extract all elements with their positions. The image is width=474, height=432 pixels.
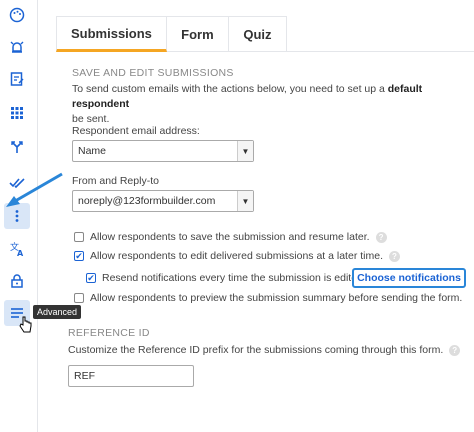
palette-icon[interactable] (4, 2, 30, 28)
main-panel: Submissions Form Quiz SAVE AND EDIT SUBM… (56, 0, 474, 432)
email-label: Respondent email address: (72, 125, 200, 137)
choose-notifications-button[interactable]: Choose notifications (352, 268, 466, 288)
edit-later-option[interactable]: ✔ Allow respondents to edit delivered su… (74, 250, 400, 262)
preview-label: Allow respondents to preview the submiss… (90, 292, 463, 304)
section-description: To send custom emails with the actions b… (72, 82, 472, 127)
from-select-value: noreply@123formbuilder.com (78, 195, 216, 207)
help-icon[interactable]: ? (375, 231, 387, 243)
form-edit-icon[interactable] (4, 66, 30, 92)
sidebar: 文A (0, 0, 38, 432)
preview-checkbox[interactable] (74, 293, 84, 303)
reference-heading: REFERENCE ID (68, 327, 150, 339)
edit-later-checkbox[interactable]: ✔ (74, 251, 84, 261)
reference-id-input[interactable]: REF (68, 365, 194, 387)
resend-option[interactable]: ✔ Resend notifications every time the su… (86, 272, 363, 284)
svg-text:A: A (17, 249, 24, 257)
hand-cursor-icon (19, 316, 32, 333)
tab-quiz[interactable]: Quiz (228, 16, 287, 52)
edit-later-label: Allow respondents to edit delivered subm… (90, 250, 383, 262)
resend-checkbox[interactable]: ✔ (86, 273, 96, 283)
email-select[interactable]: Name ▼ (72, 140, 254, 162)
chevron-down-icon: ▼ (237, 141, 253, 161)
save-resume-label: Allow respondents to save the submission… (90, 231, 370, 243)
lock-icon[interactable] (4, 268, 30, 294)
reference-description: Customize the Reference ID prefix for th… (68, 344, 461, 356)
grid-icon[interactable] (4, 100, 30, 126)
branch-icon[interactable] (4, 134, 30, 160)
tab-bar: Submissions Form Quiz (56, 16, 474, 52)
alarm-icon[interactable] (4, 34, 30, 60)
save-resume-checkbox[interactable] (74, 232, 84, 242)
resend-label: Resend notifications every time the subm… (102, 272, 363, 284)
help-icon[interactable]: ? (388, 250, 400, 262)
reference-description-text: Customize the Reference ID prefix for th… (68, 344, 444, 356)
tab-submissions[interactable]: Submissions (56, 16, 167, 52)
description-text-1: To send custom emails with the actions b… (72, 83, 388, 95)
preview-option[interactable]: Allow respondents to preview the submiss… (74, 292, 462, 304)
save-resume-option[interactable]: Allow respondents to save the submission… (74, 231, 387, 243)
help-icon[interactable]: ? (449, 344, 461, 356)
section-heading: SAVE AND EDIT SUBMISSIONS (72, 67, 234, 79)
from-label: From and Reply-to (72, 175, 159, 187)
description-text-2: be sent. (72, 113, 110, 125)
email-select-value: Name (78, 145, 107, 157)
chevron-down-icon: ▼ (237, 191, 253, 211)
translate-icon[interactable]: 文A (4, 236, 30, 262)
tab-form[interactable]: Form (166, 16, 229, 52)
from-select[interactable]: noreply@123formbuilder.com ▼ (72, 190, 254, 212)
